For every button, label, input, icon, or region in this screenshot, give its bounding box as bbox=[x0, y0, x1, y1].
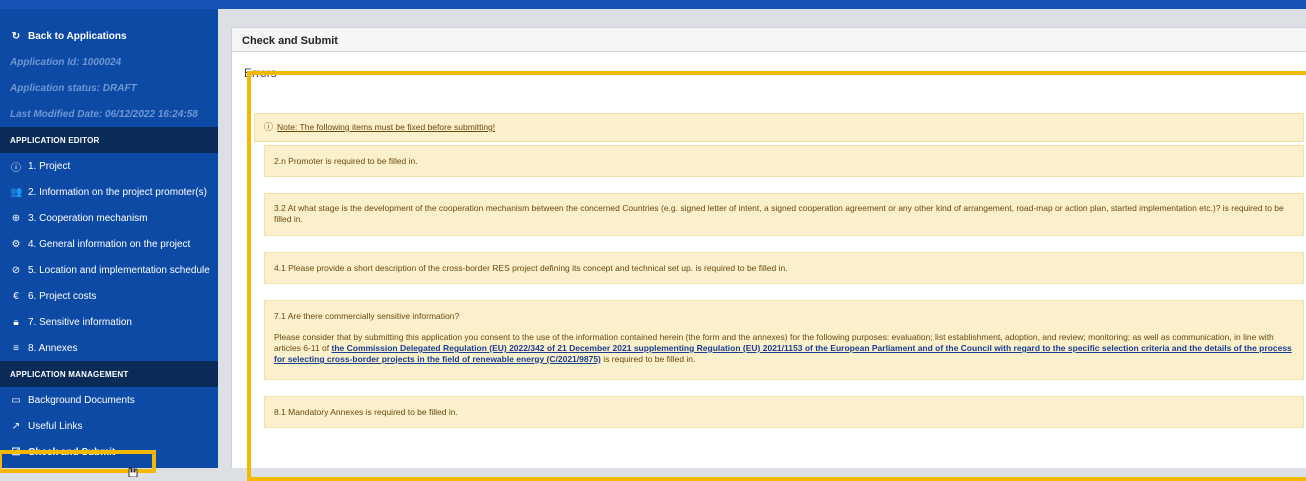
application-id: Application Id: 1000024 bbox=[10, 56, 122, 68]
application-status: Application status: DRAFT bbox=[10, 82, 137, 94]
page-title: Check and Submit bbox=[231, 27, 1306, 52]
gear-icon: ⚙ bbox=[11, 238, 21, 250]
folder-icon: ▭ bbox=[11, 394, 21, 406]
back-label: Back to Applications bbox=[28, 30, 127, 42]
compass-icon: ⊘ bbox=[11, 264, 21, 276]
sidebar-item-label: 6. Project costs bbox=[28, 290, 97, 302]
note-text: Note: The following items must be fixed … bbox=[277, 122, 496, 132]
sidebar-item-location[interactable]: ⊘ 5. Location and implementation schedul… bbox=[0, 257, 218, 283]
section-application-management: APPLICATION MANAGEMENT bbox=[0, 361, 218, 387]
main-content: Check and Submit Errors ⓘ Note: The foll… bbox=[218, 9, 1306, 481]
error-text: 2.n Promoter is required to be filled in… bbox=[274, 156, 418, 166]
content-panel: Errors ⓘ Note: The following items must … bbox=[231, 52, 1306, 481]
sidebar-item-label: 4. General information on the project bbox=[28, 238, 191, 250]
sidebar-item-promoters[interactable]: 👥 2. Information on the project promoter… bbox=[0, 179, 218, 205]
sidebar: ↻ Back to Applications Application Id: 1… bbox=[0, 9, 218, 477]
note-box: ⓘ Note: The following items must be fixe… bbox=[254, 113, 1304, 142]
last-modified-date: Last Modified Date: 06/12/2022 16:24:58 bbox=[10, 108, 198, 120]
sidebar-item-useful-links[interactable]: ↗ Useful Links bbox=[0, 413, 218, 439]
sidebar-item-label: Background Documents bbox=[28, 394, 135, 406]
sidebar-item-label: 5. Location and implementation schedule bbox=[28, 264, 210, 276]
info-circle-icon: ⓘ bbox=[264, 122, 274, 132]
sidebar-item-label: Useful Links bbox=[28, 420, 83, 432]
regulation-link[interactable]: the Commission Delegated Regulation (EU)… bbox=[274, 343, 1292, 364]
error-question: 7.1 Are there commercially sensitive inf… bbox=[274, 311, 460, 321]
sidebar-item-annexes[interactable]: ≡ 8. Annexes bbox=[0, 335, 218, 361]
euro-icon: € bbox=[13, 290, 19, 302]
section-application-editor: APPLICATION EDITOR bbox=[0, 127, 218, 153]
error-item-project-description: 4.1 Please provide a short description o… bbox=[264, 252, 1304, 284]
lock-icon: 🔒︎ bbox=[13, 316, 19, 328]
error-suffix: is required to be filled in. bbox=[603, 354, 696, 364]
back-to-applications-link[interactable]: ↻ Back to Applications bbox=[0, 23, 218, 49]
sidebar-item-cooperation[interactable]: ⊕ 3. Cooperation mechanism bbox=[0, 205, 218, 231]
sidebar-item-general-information[interactable]: ⚙ 4. General information on the project bbox=[0, 231, 218, 257]
info-circle-icon: ⓘ bbox=[11, 162, 21, 174]
sidebar-item-label: 7. Sensitive information bbox=[28, 316, 132, 328]
users-icon: 👥 bbox=[10, 186, 23, 198]
error-item-annexes: 8.1 Mandatory Annexes is required to be … bbox=[264, 396, 1304, 428]
error-item-sensitive-information: 7.1 Are there commercially sensitive inf… bbox=[264, 300, 1304, 380]
sidebar-item-label: 3. Cooperation mechanism bbox=[28, 212, 148, 224]
sidebar-item-background-documents[interactable]: ▭ Background Documents bbox=[0, 387, 218, 413]
error-item-cooperation-stage: 3.2 At what stage is the development of … bbox=[264, 193, 1304, 236]
error-text: 8.1 Mandatory Annexes is required to be … bbox=[274, 407, 458, 417]
external-link-icon: ↗ bbox=[11, 420, 21, 432]
sidebar-item-label: 2. Information on the project promoter(s… bbox=[28, 186, 207, 198]
sidebar-item-label: 1. Project bbox=[28, 160, 71, 172]
error-text: 4.1 Please provide a short description o… bbox=[274, 263, 788, 273]
list-icon: ≡ bbox=[13, 342, 19, 354]
top-bar bbox=[0, 0, 1306, 9]
error-item-promoter: 2.n Promoter is required to be filled in… bbox=[264, 145, 1304, 177]
sidebar-item-sensitive-information[interactable]: 🔒︎ 7. Sensitive information bbox=[0, 309, 218, 335]
error-text: 3.2 At what stage is the development of … bbox=[274, 203, 1284, 224]
globe-icon: ⊕ bbox=[11, 212, 21, 224]
sidebar-item-project[interactable]: ⓘ 1. Project bbox=[0, 153, 218, 179]
sidebar-item-label: 8. Annexes bbox=[28, 342, 78, 354]
refresh-icon: ↻ bbox=[11, 30, 21, 42]
sidebar-item-project-costs[interactable]: € 6. Project costs bbox=[0, 283, 218, 309]
